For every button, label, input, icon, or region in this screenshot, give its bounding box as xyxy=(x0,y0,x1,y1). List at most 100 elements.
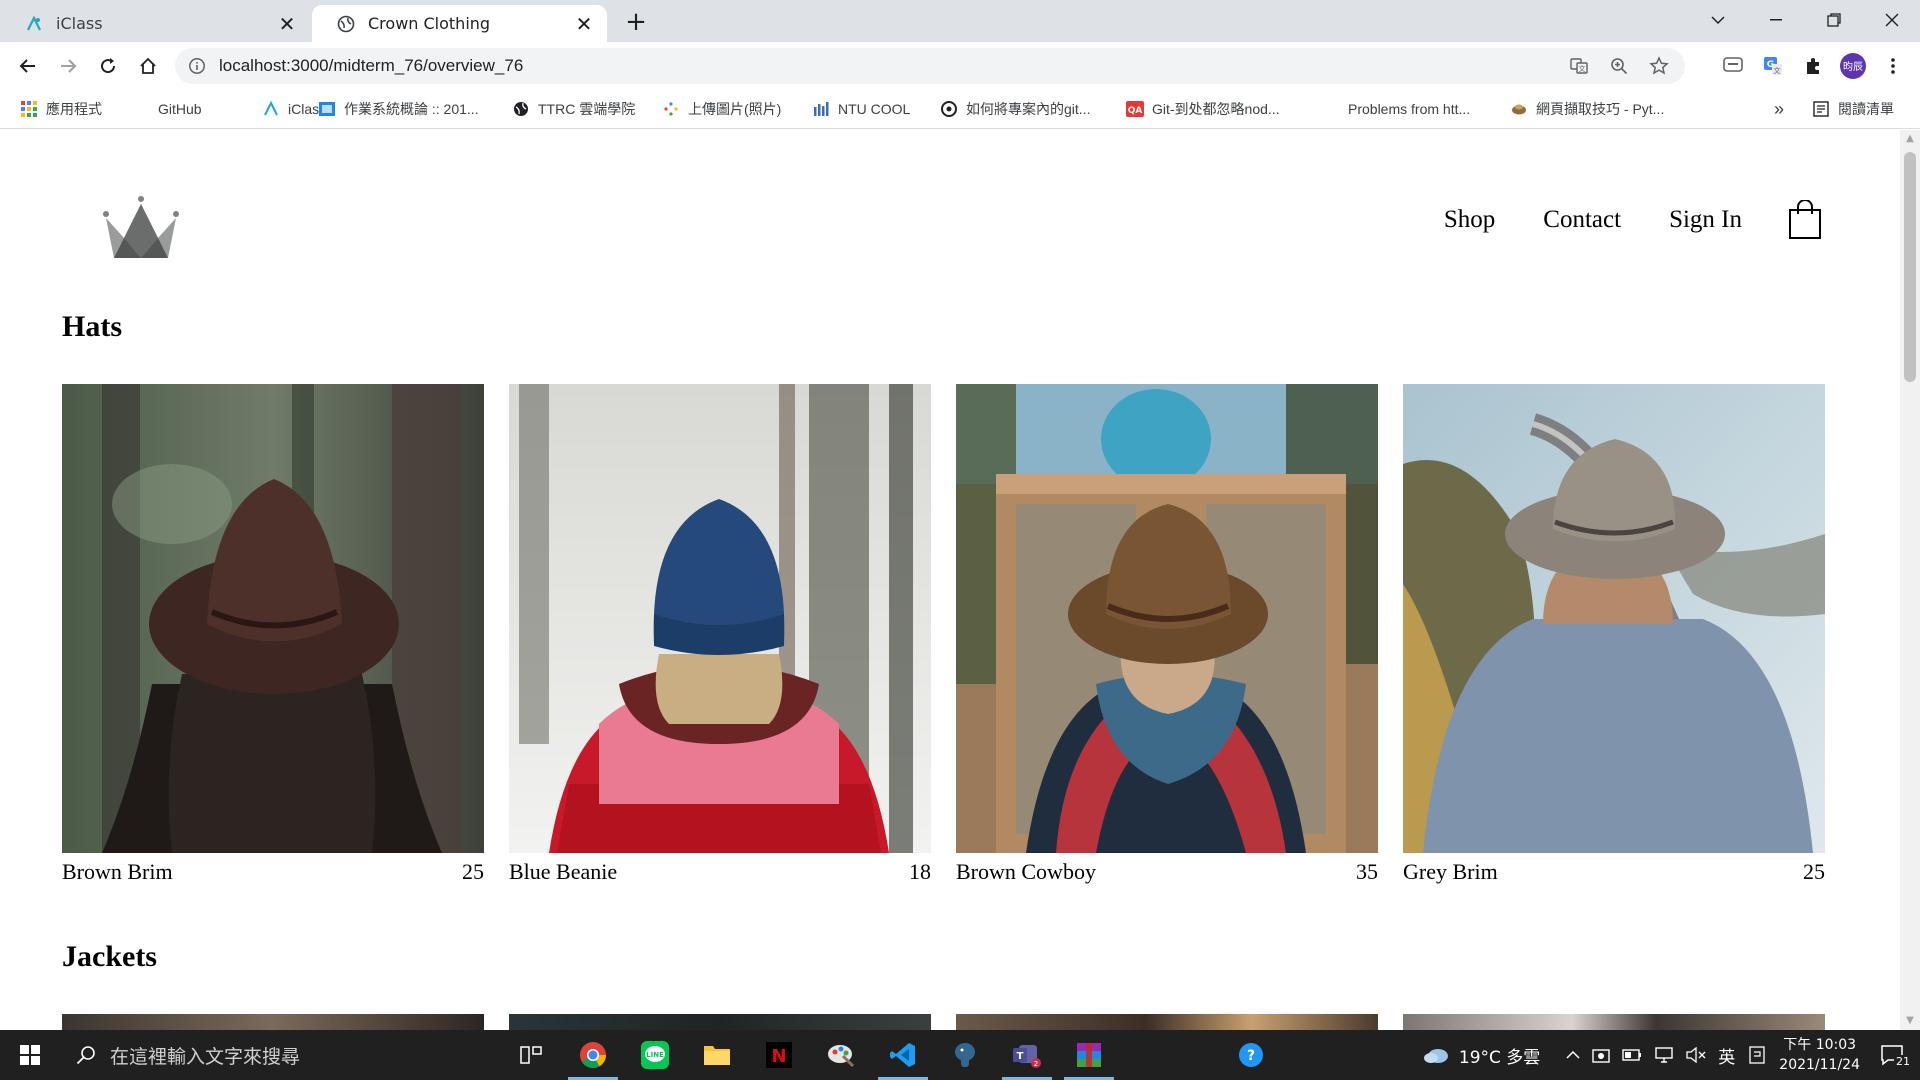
network-icon[interactable] xyxy=(1654,1047,1674,1063)
minimize-icon[interactable] xyxy=(1748,0,1804,40)
bookmark-label: TTRC 雲端學院 xyxy=(538,101,636,117)
crown-logo-icon[interactable] xyxy=(100,196,182,262)
product-card[interactable] xyxy=(1403,1014,1825,1030)
new-tab-icon[interactable]: + xyxy=(622,7,650,37)
product-name: Brown Cowboy xyxy=(956,859,1096,884)
netflix-app-icon[interactable]: N xyxy=(748,1030,810,1080)
reading-list-button[interactable]: 閱讀清單 xyxy=(1812,97,1894,121)
tab-crown-clothing[interactable]: Crown Clothing ✕ xyxy=(312,5,607,42)
windows-start-icon[interactable] xyxy=(0,1030,60,1080)
nav-contact-link[interactable]: Contact xyxy=(1543,206,1621,234)
product-price: 18 xyxy=(909,859,931,884)
scroll-down-arrow-icon[interactable]: ▼ xyxy=(1905,1016,1915,1026)
product-card[interactable] xyxy=(956,1014,1378,1030)
product-card[interactable]: Blue Beanie 18 xyxy=(509,384,931,885)
bookmark-git-project[interactable]: 如何將專案內的git... xyxy=(940,97,1090,121)
back-arrow-icon[interactable] xyxy=(12,50,44,82)
bookmark-problems[interactable]: Problems from htt... xyxy=(1322,97,1470,121)
url-text: localhost:3000/midterm_76/overview_76 xyxy=(219,56,524,75)
product-card[interactable] xyxy=(509,1014,931,1030)
scroll-up-arrow-icon[interactable]: ▲ xyxy=(1905,134,1915,144)
ime-indicator[interactable]: 英 xyxy=(1718,1043,1735,1068)
product-card[interactable]: Grey Brim 25 xyxy=(1403,384,1825,885)
home-icon[interactable] xyxy=(132,50,164,82)
product-card[interactable]: Brown Cowboy 35 xyxy=(956,384,1378,885)
weather-text[interactable]: 19°C 多雲 xyxy=(1459,1043,1540,1068)
product-image[interactable] xyxy=(1403,1014,1825,1030)
task-view-icon[interactable] xyxy=(500,1030,562,1080)
zoom-icon[interactable] xyxy=(1603,50,1635,82)
line-app-icon[interactable]: LINE xyxy=(624,1030,686,1080)
google-translate-extension-icon[interactable]: G文 xyxy=(1757,50,1789,82)
bookmark-ttrc[interactable]: TTRC 雲端學院 xyxy=(512,97,635,121)
page-scrollbar[interactable]: ▲ ▼ xyxy=(1900,130,1920,1030)
volume-muted-icon[interactable] xyxy=(1686,1047,1706,1063)
site-info-icon[interactable] xyxy=(175,57,219,75)
product-image[interactable] xyxy=(509,1014,931,1030)
bookmark-web-scraping[interactable]: 網頁擷取技巧 - Pyt... xyxy=(1510,97,1664,121)
notification-center-icon[interactable]: 21 xyxy=(1880,1044,1912,1068)
close-tab-icon[interactable]: ✕ xyxy=(573,12,595,36)
tray-chevron-up-icon[interactable] xyxy=(1566,1050,1580,1060)
close-window-icon[interactable] xyxy=(1864,0,1920,40)
nav-signin-link[interactable]: Sign In xyxy=(1669,206,1742,234)
product-card[interactable]: Brown Brim 25 xyxy=(62,384,484,885)
chrome-app-icon[interactable] xyxy=(562,1030,624,1080)
svg-text:昀辰: 昀辰 xyxy=(1843,60,1863,73)
section-title-jackets[interactable]: Jackets xyxy=(62,940,157,974)
more-bookmarks-chevron[interactable]: » xyxy=(1774,97,1784,121)
postgres-app-icon[interactable] xyxy=(934,1030,996,1080)
product-image[interactable] xyxy=(956,1014,1378,1030)
tab-search-chevron-icon[interactable] xyxy=(1690,0,1746,40)
product-image-brown-cowboy[interactable] xyxy=(956,384,1378,853)
forward-arrow-icon[interactable] xyxy=(52,50,84,82)
tab-iclass[interactable]: iClass ✕ xyxy=(0,5,310,42)
extensions-puzzle-icon[interactable] xyxy=(1797,50,1829,82)
paint-app-icon[interactable] xyxy=(810,1030,872,1080)
extension-chat-icon[interactable] xyxy=(1717,50,1749,82)
scrollbar-thumb[interactable] xyxy=(1904,152,1916,382)
product-image-grey-brim[interactable] xyxy=(1403,384,1825,853)
bookmark-apps[interactable]: 應用程式 xyxy=(20,97,102,121)
weather-cloud-icon[interactable] xyxy=(1423,1046,1449,1064)
product-card[interactable] xyxy=(62,1014,484,1030)
bookmark-github[interactable]: GitHub xyxy=(132,97,202,121)
vscode-app-icon[interactable] xyxy=(872,1030,934,1080)
bookmark-ntu-cool[interactable]: NTU COOL xyxy=(812,97,910,121)
reading-list-label: 閱讀清單 xyxy=(1838,101,1894,117)
teams-app-icon[interactable]: T2 xyxy=(996,1030,1058,1080)
reload-icon[interactable] xyxy=(92,50,124,82)
taskbar-search-box[interactable]: 在這裡輸入文字來搜尋 xyxy=(60,1030,480,1080)
ime-mode-icon[interactable] xyxy=(1749,1046,1765,1064)
bookmark-label: NTU COOL xyxy=(838,101,911,117)
close-tab-icon[interactable]: ✕ xyxy=(276,12,298,36)
battery-icon[interactable] xyxy=(1622,1049,1642,1061)
iclass-favicon-icon xyxy=(24,14,44,34)
reading-list-icon xyxy=(1812,100,1830,118)
file-explorer-icon[interactable] xyxy=(686,1030,748,1080)
section-title-hats[interactable]: Hats xyxy=(62,310,122,344)
product-name: Brown Brim xyxy=(62,859,173,884)
winrar-app-icon[interactable] xyxy=(1058,1030,1120,1080)
translate-icon[interactable]: 文 xyxy=(1563,50,1595,82)
ntucool-icon xyxy=(812,100,830,118)
bookmark-upload-photo[interactable]: 上傳圖片(照片) xyxy=(662,97,781,121)
restore-icon[interactable] xyxy=(1806,0,1862,40)
bookmark-star-icon[interactable] xyxy=(1643,50,1675,82)
profile-avatar[interactable]: 昀辰 xyxy=(1837,50,1869,82)
product-image-blue-beanie[interactable] xyxy=(509,384,931,853)
menu-kebab-icon[interactable] xyxy=(1877,50,1909,82)
tray-app-icon[interactable] xyxy=(1592,1047,1610,1063)
bookmark-os-course[interactable]: 作業系統概論 :: 201... xyxy=(318,97,479,121)
help-app-icon[interactable]: ? xyxy=(1220,1030,1282,1080)
bookmark-git-ignore[interactable]: QA Git-到处都忽略nod... xyxy=(1126,97,1280,121)
product-image-brown-brim[interactable] xyxy=(62,384,484,853)
nav-shop-link[interactable]: Shop xyxy=(1444,206,1495,234)
address-bar[interactable]: localhost:3000/midterm_76/overview_76 文 xyxy=(175,48,1685,84)
bookmark-iclass[interactable]: iClass xyxy=(262,97,326,121)
shopping-bag-icon[interactable] xyxy=(1788,199,1822,240)
clock[interactable]: 下午 10:03 2021/11/24 xyxy=(1779,1035,1860,1075)
product-image[interactable] xyxy=(62,1014,484,1030)
course-icon xyxy=(318,100,336,118)
product-price: 35 xyxy=(1356,859,1378,884)
